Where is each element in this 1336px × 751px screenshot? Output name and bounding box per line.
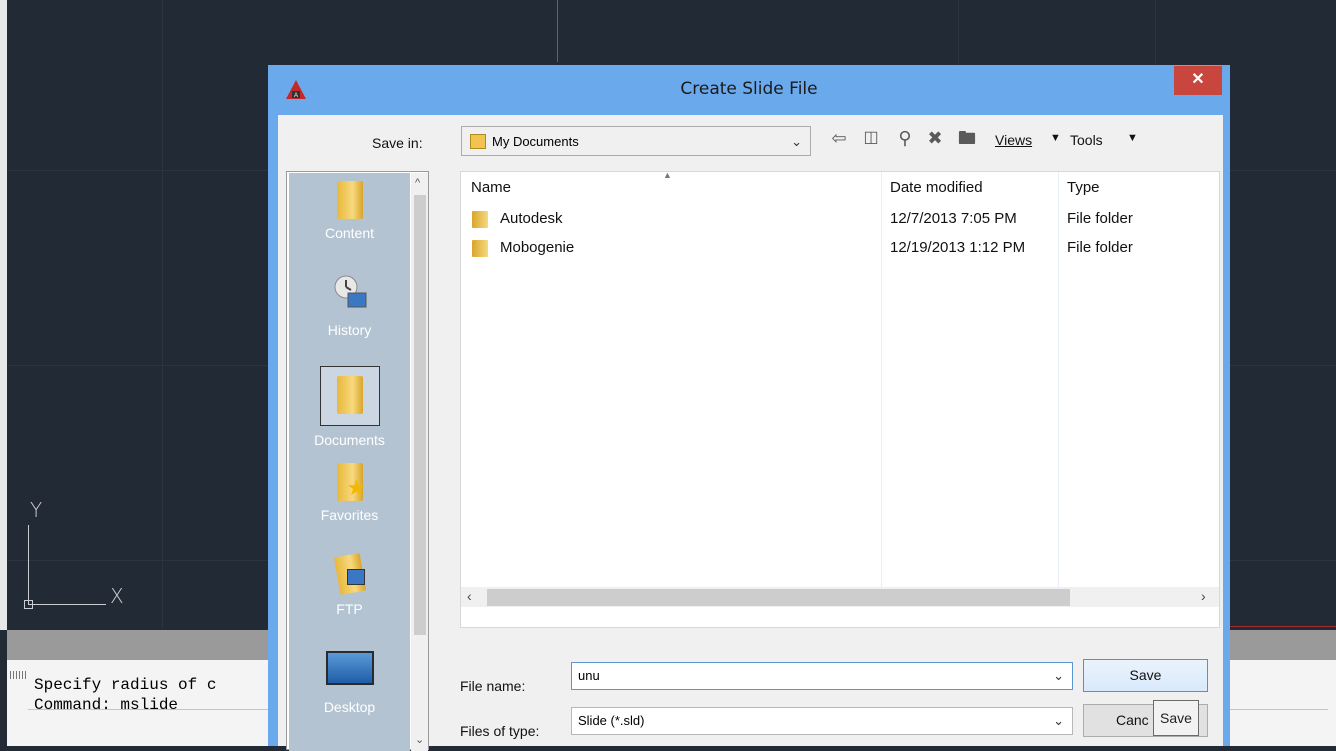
ucs-y-label: Y [30,498,43,522]
scroll-right-icon[interactable]: › [1201,588,1206,604]
star-icon: ★ [346,475,367,500]
column-header-type[interactable]: Type [1067,172,1100,204]
save-in-value: My Documents [492,134,579,149]
file-name-label: File name: [460,678,526,694]
place-ftp[interactable]: FTP [289,553,410,617]
file-name: Mobogenie [500,239,575,256]
ucs-origin-icon [24,600,33,609]
place-content[interactable]: Content [289,181,410,241]
place-label: FTP [336,601,363,617]
files-of-type-dropdown[interactable]: Slide (*.sld) ⌄ [571,707,1073,735]
file-row[interactable]: Mobogenie 12/19/2013 1:12 PM File folder [461,236,1221,262]
file-row[interactable]: Autodesk 12/7/2013 7:05 PM File folder [461,207,1221,233]
close-button[interactable]: ✕ [1174,66,1222,95]
dialog-client: Save in: My Documents ⌄ ⇦ ◫ ⚲ ✖ 🖿 Views … [278,115,1223,751]
column-header-name[interactable]: Name [471,172,511,204]
sort-ascending-icon: ▲ [663,170,672,180]
place-label: Content [324,225,375,241]
command-history-line: Specify radius of c [34,676,217,694]
left-border [0,0,7,630]
close-icon: ✕ [1191,71,1205,88]
file-date: 12/7/2013 7:05 PM [890,210,1017,227]
place-label: History [327,322,372,338]
place-desktop[interactable]: Desktop [289,651,410,715]
tools-menu[interactable]: Tools [1070,132,1103,148]
save-tooltip: Save [1153,700,1199,736]
ucs-x-line [28,604,106,605]
grip-icon[interactable] [10,671,26,679]
back-arrow-icon[interactable]: ⇦ [828,127,850,149]
scroll-up-icon[interactable]: ^ [415,177,420,189]
up-folder-icon[interactable]: ◫ [860,127,882,149]
documents-folder-icon [336,376,363,414]
places-scrollbar[interactable]: ^ ⌄ [411,173,428,751]
chevron-down-icon[interactable]: ⌄ [1053,668,1064,684]
file-type: File folder [1067,210,1133,227]
y-axis-line [557,0,558,62]
places-bar: Content History Documents ★ Favorites FT… [286,171,429,751]
place-documents[interactable]: Documents [289,366,410,448]
dialog-title: Create Slide File [680,79,818,99]
save-button[interactable]: Save [1083,659,1208,692]
chevron-down-icon[interactable]: ⌄ [1053,713,1064,729]
folder-icon [336,181,363,219]
place-label: Favorites [320,507,379,523]
file-name-value: unu [578,668,600,683]
scroll-left-icon[interactable]: ‹ [467,588,472,604]
file-date: 12/19/2013 1:12 PM [890,239,1026,256]
files-of-type-label: Files of type: [460,723,540,739]
views-dropdown-icon[interactable]: ▼ [1050,132,1061,144]
file-list[interactable]: ▲ Name Date modified Type Autodesk 12/7/… [460,170,1221,628]
folder-icon [470,134,486,149]
scroll-thumb[interactable] [414,195,426,635]
save-in-dropdown[interactable]: My Documents ⌄ [461,126,811,156]
place-favorites[interactable]: ★ Favorites [289,463,410,523]
place-label: Documents [314,432,385,448]
delete-icon[interactable]: ✖ [924,127,946,149]
x-axis-line [1230,626,1336,627]
chevron-down-icon: ⌄ [791,134,802,149]
search-web-icon[interactable]: ⚲ [894,127,916,149]
command-history-line: Command: mslide [34,696,179,714]
column-header-date-modified[interactable]: Date modified [890,172,983,204]
folder-icon [472,211,488,228]
files-of-type-value: Slide (*.sld) [578,713,645,728]
create-slide-file-dialog: A Create Slide File ✕ Save in: My Docume… [268,65,1230,751]
file-name-input[interactable]: unu ⌄ [571,662,1073,690]
place-label: Desktop [323,699,376,715]
file-type: File folder [1067,239,1133,256]
ucs-y-line [28,525,29,605]
folder-icon [472,240,488,257]
network-icon [346,569,365,585]
save-in-label: Save in: [372,135,423,151]
horizontal-scrollbar[interactable]: ‹ › [461,587,1219,607]
scroll-thumb[interactable] [487,589,1070,606]
ucs-x-label: X [110,584,124,608]
place-history[interactable]: History [289,273,410,338]
desktop-monitor-icon [325,651,374,685]
file-name: Autodesk [500,210,563,227]
dialog-titlebar[interactable]: A Create Slide File ✕ [268,65,1230,115]
scroll-down-icon[interactable]: ⌄ [415,733,424,746]
new-folder-icon[interactable]: 🖿 [956,127,978,149]
history-clock-icon [334,275,366,308]
tools-dropdown-icon[interactable]: ▼ [1127,132,1138,144]
views-menu[interactable]: Views [995,132,1032,148]
